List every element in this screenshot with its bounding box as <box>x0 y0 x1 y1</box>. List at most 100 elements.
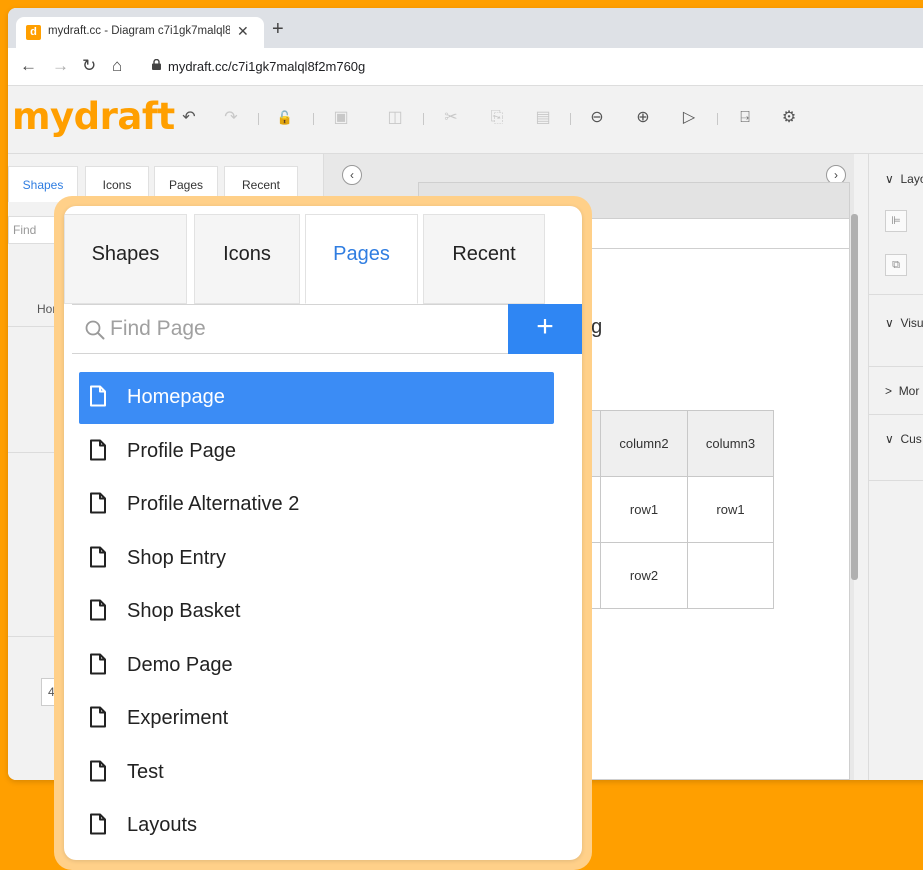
app-logo: mydraft <box>12 95 175 138</box>
section-divider <box>869 414 923 415</box>
sidebar-find-text: Find <box>13 223 37 237</box>
document-icon <box>90 760 106 781</box>
settings-icon[interactable]: ⚙ <box>778 107 800 129</box>
align-left-icon[interactable]: ⊫ <box>885 210 907 232</box>
tab-pages[interactable]: Pages <box>305 214 418 304</box>
search-input[interactable] <box>110 305 500 353</box>
redo-icon[interactable]: ↷ <box>220 107 242 129</box>
page-label: Layouts <box>127 814 198 836</box>
tab-shapes[interactable]: Shapes <box>64 214 187 304</box>
search-icon <box>85 320 105 340</box>
collapse-left-icon[interactable]: ‹ <box>342 165 362 185</box>
undo-icon[interactable]: ↶ <box>178 107 200 129</box>
table-cell <box>687 542 774 609</box>
chevron-down-icon: ∨ <box>885 432 894 446</box>
toolbar-separator <box>570 113 571 125</box>
page-label: Profile Alternative 2 <box>127 493 300 515</box>
list-item[interactable]: Layouts <box>79 800 554 852</box>
forward-icon[interactable]: → <box>52 56 69 76</box>
address-bar: ← → ↻ ⌂ mydraft.cc/c7i1gk7malql8f2m760g <box>8 48 923 86</box>
home-icon[interactable]: ⌂ <box>112 56 122 76</box>
table-cell: row1 <box>687 476 774 543</box>
section-custom[interactable]: ∨ Cus <box>885 432 922 446</box>
table-cell: row2 <box>600 542 688 609</box>
section-divider <box>869 294 923 295</box>
copy-icon[interactable]: ⎘ <box>486 107 508 129</box>
page-label: Test <box>127 760 164 783</box>
back-icon[interactable]: ← <box>20 56 37 76</box>
list-item[interactable]: Experiment <box>79 693 554 745</box>
document-icon <box>90 439 106 460</box>
app-toolbar: mydraft ↶ ↷ 🔓 ▣ ◫ ✂ ⎘ ▤ ⊖ ⊕ ▷ ⍈ ⚙ <box>8 86 923 154</box>
toolbar-separator <box>717 113 718 125</box>
document-icon <box>90 492 106 514</box>
page-search <box>72 304 510 354</box>
chevron-right-icon: > <box>885 384 893 398</box>
section-custom-label: Cus <box>900 432 922 446</box>
section-more[interactable]: > Mor <box>885 384 919 398</box>
document-icon <box>90 546 106 567</box>
cut-icon[interactable]: ✂ <box>440 107 462 129</box>
ungroup-icon[interactable]: ◫ <box>384 107 406 129</box>
reload-icon[interactable]: ↻ <box>82 56 96 76</box>
favicon-icon: d <box>26 25 41 40</box>
section-visual[interactable]: ∨ Visu <box>885 316 923 330</box>
toolbar-separator <box>423 113 424 125</box>
page-label: Shop Entry <box>127 546 226 569</box>
diagram-table[interactable]: 1 column2 column3 row1 row1 row2 <box>560 410 774 609</box>
distribute-icon[interactable]: ⧉ <box>885 254 907 276</box>
page-label: Profile Page <box>127 439 236 462</box>
page-label: Shop Basket <box>127 600 241 622</box>
toolbar-separator <box>258 113 259 125</box>
tab-icons[interactable]: Icons <box>194 214 300 304</box>
page-list: Homepage Profile Page Profile Alternativ… <box>79 372 554 854</box>
list-item[interactable]: Homepage <box>79 372 554 424</box>
lock-icon <box>152 59 161 70</box>
document-icon <box>90 653 106 674</box>
toolbar-separator <box>313 113 314 125</box>
list-item[interactable]: Profile Page <box>79 426 554 478</box>
tab-recent[interactable]: Recent <box>423 214 545 304</box>
document-icon <box>90 385 106 407</box>
table-row: row1 row1 <box>560 476 774 543</box>
canvas-scrollbar[interactable] <box>851 214 858 580</box>
table-header-row: 1 column2 column3 <box>560 410 774 477</box>
table-row: row2 <box>560 542 774 609</box>
list-item[interactable]: Shop Basket <box>79 586 554 638</box>
new-tab-button[interactable]: + <box>272 18 284 41</box>
list-item[interactable]: Demo Page <box>79 640 554 692</box>
document-icon <box>90 706 106 728</box>
play-icon[interactable]: ▷ <box>678 107 700 129</box>
right-sidebar: ∨ Layo ⊫ ⧉ ∨ Visu > Mor ∨ Cus <box>868 154 923 780</box>
section-divider <box>869 480 923 481</box>
list-item[interactable]: Test <box>79 747 554 799</box>
lock-toggle-icon[interactable]: 🔓 <box>274 107 296 129</box>
page-label: Demo Page <box>127 653 233 676</box>
table-header-cell: column3 <box>687 410 774 477</box>
list-item[interactable]: Shop Entry <box>79 533 554 585</box>
section-more-label: Mor <box>898 384 920 398</box>
group-icon[interactable]: ▣ <box>330 107 352 129</box>
add-page-button[interactable]: + <box>508 304 582 354</box>
chevron-down-icon: ∨ <box>885 172 894 186</box>
document-icon <box>90 813 106 835</box>
pages-panel: Shapes Icons Pages Recent + Homepage Pro… <box>64 206 582 860</box>
section-layout[interactable]: ∨ Layo <box>885 172 923 186</box>
browser-tab-title: mydraft.cc - Diagram c7i1gk7malql8f2m760… <box>48 25 230 37</box>
list-item[interactable]: Profile Alternative 2 <box>79 479 554 531</box>
section-layout-label: Layo <box>900 172 923 186</box>
page-label: Homepage <box>127 386 225 408</box>
zoom-out-icon[interactable]: ⊖ <box>586 107 608 129</box>
paste-icon[interactable]: ▤ <box>532 107 554 129</box>
page-label: Experiment <box>127 707 229 729</box>
section-visual-label: Visu <box>900 316 923 330</box>
browser-tab[interactable]: d mydraft.cc - Diagram c7i1gk7malql8f2m7… <box>16 17 264 48</box>
document-icon <box>90 599 106 621</box>
chevron-down-icon: ∨ <box>885 316 894 330</box>
section-divider <box>869 366 923 367</box>
url-text[interactable]: mydraft.cc/c7i1gk7malql8f2m760g <box>168 59 365 74</box>
close-tab-icon[interactable]: ✕ <box>237 23 249 40</box>
zoom-in-icon[interactable]: ⊕ <box>632 107 654 129</box>
browser-tabstrip: d mydraft.cc - Diagram c7i1gk7malql8f2m7… <box>8 8 923 48</box>
export-icon[interactable]: ⍈ <box>734 107 756 129</box>
